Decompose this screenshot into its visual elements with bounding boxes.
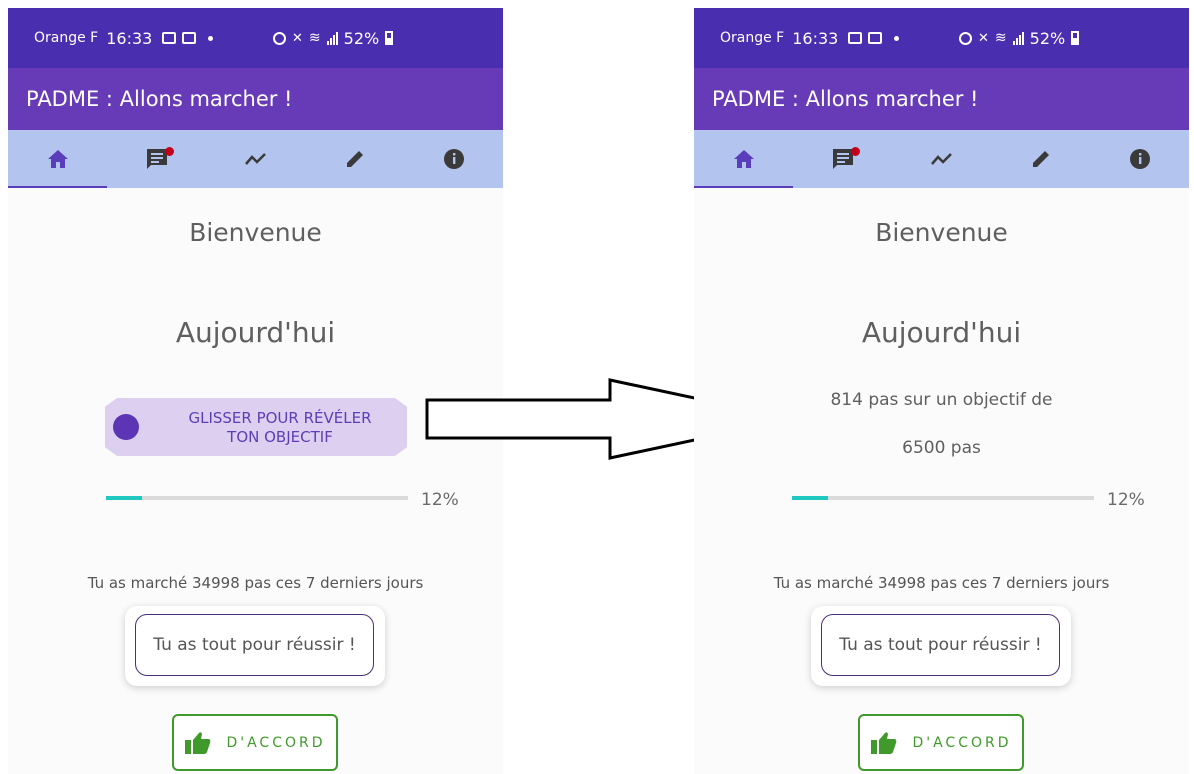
- signal-icon: [326, 31, 338, 45]
- mute-icon: ✕: [978, 30, 989, 46]
- info-icon: [1129, 149, 1150, 169]
- tab-statistics[interactable]: [892, 130, 991, 188]
- weekly-summary: Tu as marché 34998 pas ces 7 derniers jo…: [773, 574, 1110, 592]
- image-icon: [868, 32, 883, 44]
- motivation-card: Tu as tout pour réussir !: [811, 606, 1071, 686]
- tab-messages[interactable]: [107, 130, 206, 188]
- edit-icon: [346, 151, 363, 167]
- home-content: Bienvenue Aujourd'hui 814 pas sur un obj…: [694, 188, 1189, 774]
- notification-badge: [851, 147, 860, 156]
- tab-edit[interactable]: [991, 130, 1090, 188]
- progress-fill: [106, 496, 143, 500]
- tab-edit[interactable]: [305, 130, 404, 188]
- home-icon: [47, 150, 68, 168]
- calendar-icon: [848, 32, 863, 44]
- battery-icon: [385, 31, 394, 45]
- steps-goal-text: 6500 pas: [902, 438, 981, 458]
- ok-button[interactable]: D'ACCORD: [858, 714, 1024, 771]
- tab-home[interactable]: [8, 130, 107, 188]
- app-bar: PADME : Allons marcher !: [694, 68, 1189, 130]
- progress-fill: [792, 496, 829, 500]
- battery-level: 52%: [1029, 28, 1066, 48]
- app-title: PADME : Allons marcher !: [26, 87, 293, 111]
- app-title: PADME : Allons marcher !: [712, 87, 979, 111]
- tab-statistics[interactable]: [206, 130, 305, 188]
- today-heading: Aujourd'hui: [175, 316, 336, 349]
- carrier-name: Orange F: [34, 30, 99, 46]
- welcome-heading: Bienvenue: [189, 218, 322, 247]
- status-bar: Orange F 16:33 ✕ ≋ 52%: [8, 8, 503, 401]
- trend-icon: [930, 153, 952, 165]
- status-bar: Orange F 16:33 ✕ ≋ 52%: [694, 8, 1189, 401]
- home-content: Bienvenue Aujourd'hui GLISSER POUR RÉVÉL…: [8, 188, 503, 774]
- slider-label: GLISSER POUR RÉVÉLER TON OBJECTIF: [188, 409, 372, 446]
- steps-progress-text: 814 pas sur un objectif de: [830, 390, 1053, 410]
- notification-badge: [165, 147, 174, 156]
- signal-icon: [1012, 31, 1024, 45]
- reveal-goal-slider[interactable]: GLISSER POUR RÉVÉLER TON OBJECTIF: [105, 398, 407, 456]
- clock: 16:33: [106, 28, 153, 48]
- progress-bar: [792, 496, 1094, 500]
- edit-icon: [1032, 151, 1049, 167]
- thumbs-up-icon: [871, 731, 897, 754]
- wifi-icon: ≋: [308, 30, 321, 46]
- welcome-heading: Bienvenue: [875, 218, 1008, 247]
- phone-screen-after: Orange F 16:33 ✕ ≋ 52% PADME : Allons ma…: [694, 8, 1189, 774]
- motivation-card: Tu as tout pour réussir !: [125, 606, 385, 686]
- trend-icon: [244, 153, 266, 165]
- alarm-icon: [959, 31, 972, 45]
- tab-bar: [694, 130, 1189, 188]
- ok-label: D'ACCORD: [912, 734, 1012, 751]
- tab-bar: [8, 130, 503, 188]
- tab-info[interactable]: [404, 130, 503, 188]
- battery-icon: [1071, 31, 1080, 45]
- tab-home[interactable]: [694, 130, 793, 188]
- ok-label: D'ACCORD: [226, 734, 326, 751]
- slider-knob[interactable]: [113, 414, 139, 440]
- alarm-icon: [273, 31, 286, 45]
- calendar-icon: [162, 32, 177, 44]
- image-icon: [182, 32, 197, 44]
- progress-percent: 12%: [1107, 490, 1145, 510]
- home-icon: [733, 150, 754, 168]
- notification-dot-icon: [208, 35, 214, 41]
- ok-button[interactable]: D'ACCORD: [172, 714, 338, 771]
- battery-level: 52%: [343, 28, 380, 48]
- motivation-message: Tu as tout pour réussir !: [821, 614, 1060, 676]
- info-icon: [443, 149, 464, 169]
- app-bar: PADME : Allons marcher !: [8, 68, 503, 130]
- clock: 16:33: [792, 28, 839, 48]
- progress-bar: [106, 496, 408, 500]
- tab-messages[interactable]: [793, 130, 892, 188]
- wifi-icon: ≋: [994, 30, 1007, 46]
- motivation-message: Tu as tout pour réussir !: [135, 614, 374, 676]
- tab-info[interactable]: [1090, 130, 1189, 188]
- thumbs-up-icon: [185, 731, 211, 754]
- carrier-name: Orange F: [720, 30, 785, 46]
- progress-percent: 12%: [421, 490, 459, 510]
- weekly-summary: Tu as marché 34998 pas ces 7 derniers jo…: [87, 574, 424, 592]
- mute-icon: ✕: [292, 30, 303, 46]
- notification-dot-icon: [894, 35, 900, 41]
- today-heading: Aujourd'hui: [861, 316, 1022, 349]
